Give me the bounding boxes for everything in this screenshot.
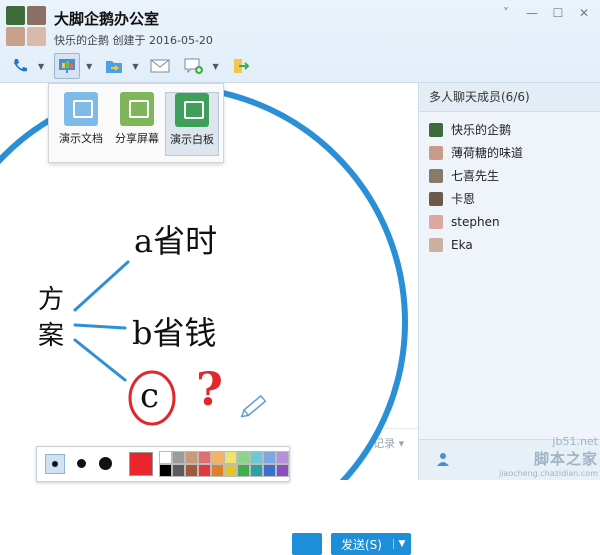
color-swatch[interactable] [250, 451, 263, 464]
whiteboard-palette [36, 446, 290, 482]
color-swatch[interactable] [159, 464, 172, 477]
handwriting-question: ? [196, 362, 223, 416]
send-options-icon[interactable]: ▼ [393, 539, 410, 549]
app-add-icon[interactable] [182, 54, 206, 78]
avatar [429, 237, 443, 252]
window-controls: ˅ — ☐ ✕ [496, 4, 594, 22]
message-history-link[interactable]: ◷ 消息记录 ▾ [338, 435, 404, 451]
color-swatch[interactable] [211, 464, 224, 477]
menu-item-label: 分享屏幕 [115, 132, 159, 145]
list-item[interactable]: 卡恩 [419, 187, 600, 210]
phone-icon[interactable] [8, 54, 32, 78]
close-icon[interactable]: ✕ [574, 4, 594, 22]
close-button[interactable] [292, 533, 322, 555]
share-screen-icon [120, 92, 154, 126]
menu-item-whiteboard[interactable]: 演示白板 [165, 92, 219, 156]
present-menu: 演示文档 分享屏幕 演示白板 [48, 83, 224, 163]
color-swatch[interactable] [185, 464, 198, 477]
menu-item-share-screen[interactable]: 分享屏幕 [111, 92, 163, 154]
color-swatch[interactable] [263, 464, 276, 477]
menu-item-label: 演示文档 [59, 132, 103, 145]
color-swatch[interactable] [159, 451, 172, 464]
avatar [27, 6, 46, 25]
chevron-down-icon[interactable]: ▼ [38, 62, 44, 71]
dropdown-icon[interactable]: ˅ [496, 4, 516, 22]
handwriting-b: b省钱 [132, 314, 217, 352]
color-swatch[interactable] [263, 451, 276, 464]
color-swatch[interactable] [250, 464, 263, 477]
chevron-down-icon[interactable]: ▼ [86, 62, 92, 71]
exit-icon[interactable] [229, 54, 253, 78]
color-swatch[interactable] [198, 451, 211, 464]
color-swatch[interactable] [211, 451, 224, 464]
handwriting-c: c [140, 376, 160, 416]
add-member-icon[interactable] [437, 452, 449, 466]
menu-item-present-doc[interactable]: 演示文档 [55, 92, 107, 154]
avatar [429, 145, 443, 160]
input-divider [0, 428, 418, 429]
color-swatch[interactable] [237, 451, 250, 464]
window-subtitle: 快乐的企鹅 创建于 2016-05-20 [54, 34, 213, 47]
chevron-down-icon[interactable]: ▼ [212, 62, 218, 71]
doc-present-icon [64, 92, 98, 126]
window-header: 大脚企鹅办公室 快乐的企鹅 创建于 2016-05-20 ˅ — ☐ ✕ ▼ ▼… [0, 0, 600, 83]
color-swatch[interactable] [276, 451, 289, 464]
color-swatch[interactable] [185, 451, 198, 464]
chevron-down-icon[interactable]: ▼ [132, 62, 138, 71]
maximize-icon[interactable]: ☐ [548, 4, 568, 22]
avatar [6, 27, 25, 46]
avatar [6, 6, 25, 25]
send-label: 发送(S) [341, 537, 382, 552]
color-swatch[interactable] [276, 464, 289, 477]
color-swatch[interactable] [237, 464, 250, 477]
menu-item-label: 演示白板 [170, 133, 214, 146]
list-item[interactable]: stephen [419, 210, 600, 233]
color-swatch[interactable] [224, 464, 237, 477]
handwriting-a: a省时 [134, 222, 218, 260]
pen-size-medium[interactable] [77, 459, 86, 468]
list-item[interactable]: 七喜先生 [419, 164, 600, 187]
send-button[interactable]: 发送(S) ▼ [331, 533, 411, 555]
members-panel: 多人聊天成员(6/6) 快乐的企鹅 薄荷糖的味道 七喜先生 卡恩 stephen… [418, 83, 600, 480]
whiteboard-icon [175, 93, 209, 127]
pen-size-small[interactable] [45, 454, 65, 474]
presentation-icon[interactable] [54, 53, 81, 79]
list-item[interactable]: 快乐的企鹅 [419, 118, 600, 141]
folder-transfer-icon[interactable] [102, 54, 126, 78]
watermark-line: jb51.net [552, 435, 598, 448]
window-title: 大脚企鹅办公室 [54, 10, 160, 28]
list-item[interactable]: 薄荷糖的味道 [419, 141, 600, 164]
minimize-icon[interactable]: — [522, 4, 542, 22]
watermark: jb51.net 脚本之家 jiaocheng.chazidian.com [499, 435, 598, 478]
avatar [429, 214, 443, 229]
list-item[interactable]: Eka [419, 233, 600, 256]
watermark-line: jiaocheng.chazidian.com [498, 469, 598, 478]
avatar [429, 191, 443, 206]
selected-color-swatch[interactable] [129, 452, 153, 476]
toolbar: ▼ ▼ ▼ ▼ [8, 52, 253, 80]
members-header: 多人聊天成员(6/6) [419, 83, 600, 112]
watermark-line: 脚本之家 [533, 450, 598, 468]
color-swatch[interactable] [224, 451, 237, 464]
color-swatch[interactable] [172, 451, 185, 464]
pen-size-large[interactable] [99, 457, 112, 470]
avatar [429, 168, 443, 183]
avatar [429, 122, 443, 137]
avatar [27, 27, 46, 46]
mail-icon[interactable] [148, 54, 172, 78]
color-swatch[interactable] [198, 464, 211, 477]
pen-dot-icon [52, 461, 58, 467]
handwriting-left: 方案 [38, 285, 65, 351]
group-avatar[interactable] [6, 6, 48, 48]
color-swatch[interactable] [172, 464, 185, 477]
